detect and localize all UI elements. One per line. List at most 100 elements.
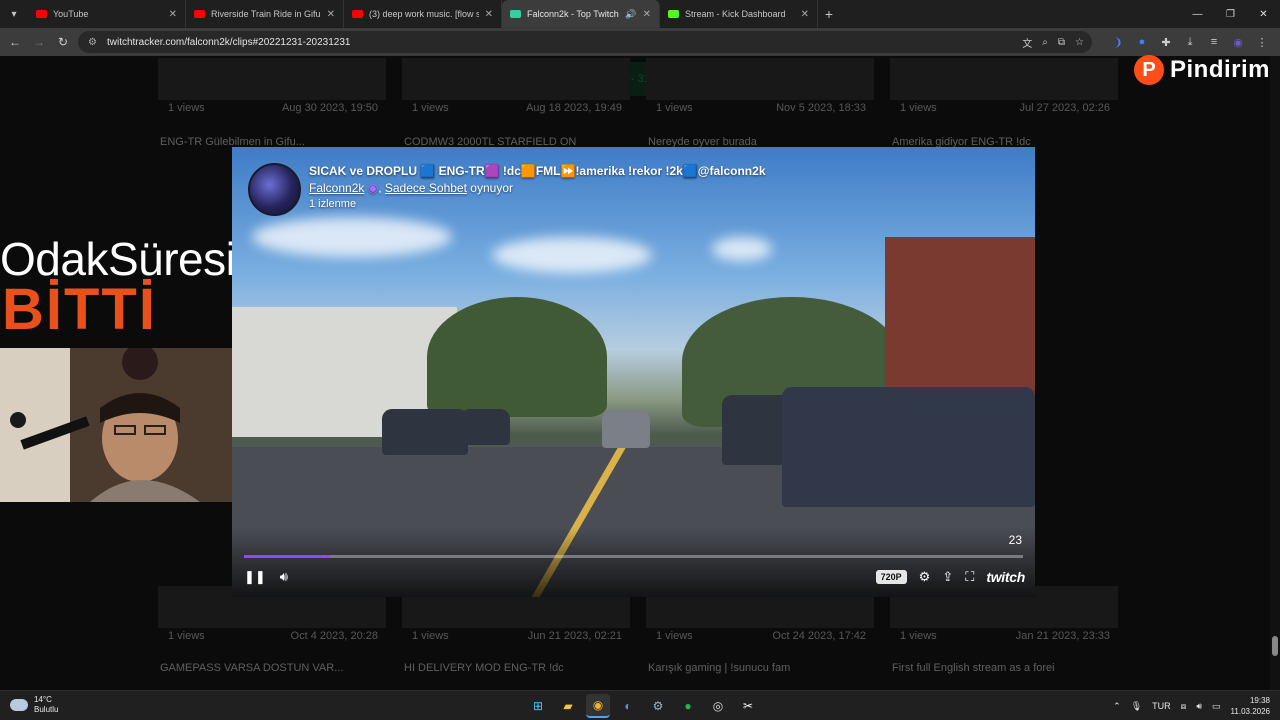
profile-avatar-icon[interactable]: ◉	[1230, 34, 1246, 50]
close-icon[interactable]: ✕	[169, 9, 177, 20]
steam-icon[interactable]: ⚙	[646, 694, 670, 718]
tab-falconn2k-clips[interactable]: Falconn2k - Top Twitch Clip 🔊 ✕	[502, 0, 660, 28]
clip-thumbnail	[402, 58, 630, 100]
chrome-icon[interactable]: ◉	[586, 694, 610, 718]
extension-blue-icon[interactable]: ●	[1134, 34, 1150, 50]
obs-icon[interactable]: ◎	[706, 694, 730, 718]
translate-icon[interactable]: 文	[1022, 35, 1032, 50]
forward-icon[interactable]: →	[27, 30, 51, 54]
tab-title: YouTube	[53, 9, 89, 19]
system-tray: ⌃ 🎙︎ TUR ⧈ 🔊︎ ▭ 19:38 11.03.2026	[1113, 691, 1270, 720]
extensions-puzzle-icon[interactable]: ✚	[1158, 34, 1174, 50]
close-icon[interactable]: ✕	[643, 9, 651, 20]
microphone-icon[interactable]: 🎙︎	[1131, 701, 1142, 712]
street-trees	[427, 297, 607, 417]
volume-icon[interactable]: 🔊︎	[280, 569, 288, 585]
channel-link[interactable]: Falconn2k	[309, 181, 364, 195]
close-icon[interactable]: ✕	[327, 9, 335, 20]
cloud	[252, 217, 452, 257]
battery-icon[interactable]: ▭	[1212, 701, 1221, 712]
clip-meta: SICAK ve DROPLU 🟦 ENG-TR🟪 !dc🟧FML⏩!ameri…	[309, 164, 766, 216]
extension-wave-icon[interactable]: ❩	[1110, 34, 1126, 50]
scrollbar-thumb[interactable]	[1272, 636, 1278, 656]
channel-avatar[interactable]	[248, 163, 301, 216]
pindirim-logo-text: Pindirim	[1170, 56, 1271, 83]
tab-kick-dashboard[interactable]: Stream - Kick Dashboard ✕	[660, 0, 818, 28]
clip-title: GAMEPASS VARSA DOSTUN VAR...	[160, 662, 344, 674]
close-icon[interactable]: ✕	[801, 9, 809, 20]
file-explorer-icon[interactable]: ▰	[556, 694, 580, 718]
clip-header: SICAK ve DROPLU 🟦 ENG-TR🟪 !dc🟧FML⏩!ameri…	[248, 163, 766, 216]
extensions-area: ❩ ● ✚ ⤓ ≡ ◉ ⋮	[1110, 28, 1280, 56]
pause-icon[interactable]: ❚❚	[244, 569, 266, 585]
minimize-icon[interactable]: —	[1181, 0, 1214, 28]
reading-list-icon[interactable]: ≡	[1206, 34, 1222, 50]
fullscreen-icon[interactable]: ⛶	[965, 569, 974, 585]
clock-date: 11.03.2026	[1230, 707, 1270, 716]
omnibox-actions: 文 ⌕ ⧉ ☆	[1022, 31, 1084, 53]
focus-timer-status: BİTTİ	[2, 277, 157, 342]
quality-badge[interactable]: 720P	[875, 570, 907, 584]
download-icon[interactable]: ⤓	[1182, 34, 1198, 50]
install-icon[interactable]: ⧉	[1058, 37, 1065, 48]
youtube-icon	[36, 10, 47, 18]
windows-start-icon[interactable]: ⊞	[526, 694, 550, 718]
network-icon[interactable]: ⧈	[1181, 701, 1187, 712]
kick-icon	[668, 10, 679, 18]
tab-deep-work-music[interactable]: (3) deep work music. [flow stat ✕	[344, 0, 502, 28]
parked-car	[782, 387, 1035, 507]
clip-card[interactable]: 1 views Nov 5 2023, 18:33 Nereyde oyver …	[646, 58, 874, 148]
clip-view-count: 1 izlenme	[309, 198, 357, 210]
discord-icon[interactable]: ◐	[616, 694, 640, 718]
back-icon[interactable]: ←	[3, 30, 27, 54]
clip-title[interactable]: SICAK ve DROPLU 🟦 ENG-TR🟪 !dc🟧FML⏩!ameri…	[309, 164, 766, 178]
clip-date: Oct 4 2023, 20:28	[290, 630, 378, 642]
bookmark-star-icon[interactable]: ☆	[1075, 37, 1084, 48]
parked-car	[460, 409, 510, 445]
tray-chevron-icon[interactable]: ⌃	[1113, 701, 1121, 712]
reload-icon[interactable]: ↻	[51, 30, 75, 54]
seek-bar[interactable]	[244, 555, 1023, 558]
tab-search-icon[interactable]: ▾	[0, 0, 28, 28]
weather-widget[interactable]: 14°C Bulutlu	[10, 695, 58, 715]
clip-title: First full English stream as a forei	[892, 662, 1055, 674]
tab-title: Stream - Kick Dashboard	[685, 9, 786, 19]
capcut-icon[interactable]: ✂	[736, 694, 760, 718]
tab-title: (3) deep work music. [flow stat	[369, 9, 479, 19]
twitch-logo[interactable]: twitch	[986, 569, 1025, 585]
tab-youtube[interactable]: YouTube ✕	[28, 0, 186, 28]
tab-riverside-train[interactable]: Riverside Train Ride in Gifu, Jap ✕	[186, 0, 344, 28]
clip-card[interactable]: 1 views Jul 27 2023, 02:26 Amerika gidiy…	[890, 58, 1118, 148]
language-indicator[interactable]: TUR	[1152, 701, 1171, 711]
restore-icon[interactable]: ❐	[1214, 0, 1247, 28]
clip-card[interactable]: 1 views Aug 18 2023, 19:49 CODMW3 2000TL…	[402, 58, 630, 148]
close-window-icon[interactable]: ✕	[1247, 0, 1280, 28]
clip-title: HI DELIVERY MOD ENG-TR !dc	[404, 662, 564, 674]
clip-date: Aug 30 2023, 19:50	[281, 102, 378, 114]
page-scrollbar[interactable]	[1270, 56, 1280, 690]
clip-card[interactable]: 1 views Aug 30 2023, 19:50 ENG-TR Gülebi…	[158, 58, 386, 148]
cloud-icon	[10, 699, 28, 711]
game-link[interactable]: Sadece Sohbet	[385, 181, 467, 195]
clip-channel-line: Falconn2k ◉, Sadece Sohbet oynuyor	[309, 181, 513, 195]
clock[interactable]: 19:38 11.03.2026	[1231, 695, 1270, 717]
close-icon[interactable]: ✕	[485, 9, 493, 20]
clip-thumbnail	[158, 58, 386, 100]
cloud	[492, 237, 652, 273]
seek-bar-progress	[244, 555, 330, 558]
new-tab-button[interactable]: +	[818, 6, 840, 22]
menu-dots-icon[interactable]: ⋮	[1254, 34, 1270, 50]
tab-title: Falconn2k - Top Twitch Clip	[527, 9, 621, 19]
clip-views: 1 views	[412, 630, 449, 642]
spotify-icon[interactable]: ●	[676, 694, 700, 718]
address-bar[interactable]: ⚙ twitchtracker.com/falconn2k/clips#2022…	[78, 31, 1092, 53]
site-info-icon[interactable]: ⚙	[88, 37, 97, 48]
parked-car	[382, 409, 468, 455]
clip-title: Karışık gaming | !sunucu fam	[648, 662, 791, 674]
share-icon[interactable]: ⇪	[942, 569, 953, 585]
speaker-icon[interactable]: 🔊	[625, 9, 636, 20]
clip-video-player[interactable]: SICAK ve DROPLU 🟦 ENG-TR🟪 !dc🟧FML⏩!ameri…	[232, 147, 1035, 597]
settings-gear-icon[interactable]: ⚙	[919, 569, 931, 585]
speaker-icon[interactable]: 🔊︎	[1196, 701, 1202, 712]
zoom-icon[interactable]: ⌕	[1042, 37, 1048, 48]
